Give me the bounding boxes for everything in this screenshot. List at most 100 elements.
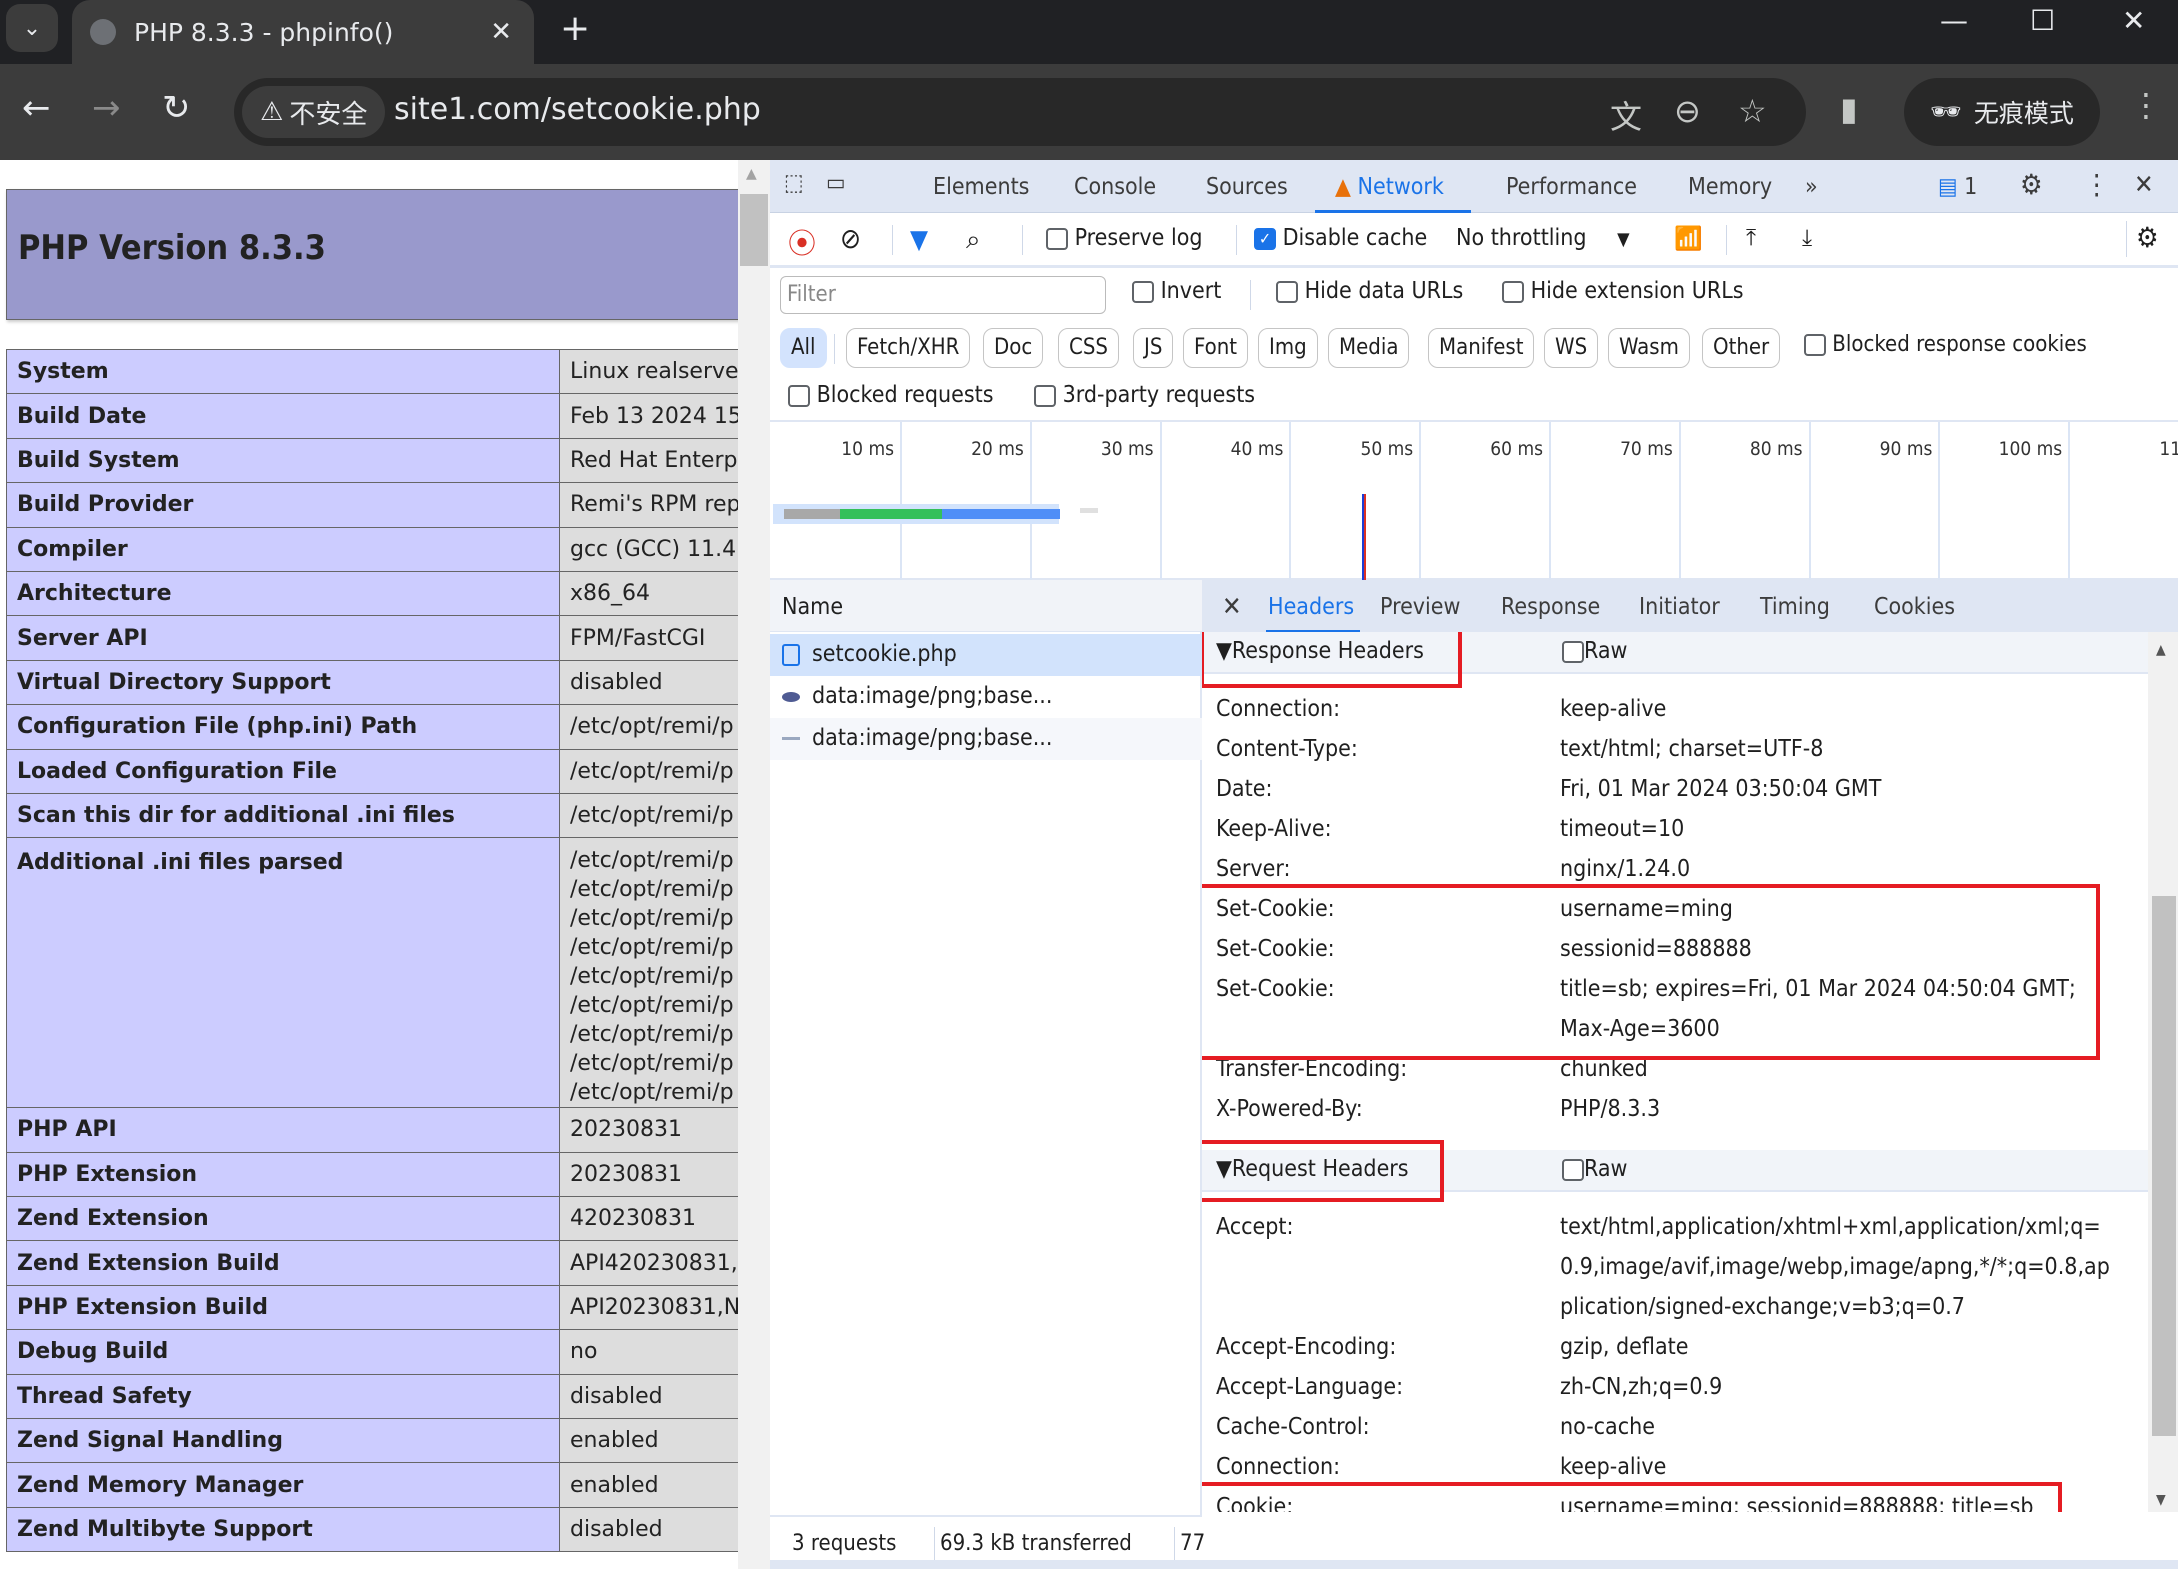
raw-toggle[interactable]: Raw <box>1562 1156 1627 1182</box>
name-column-header[interactable]: Name <box>770 580 1202 632</box>
chip-font[interactable]: Font <box>1183 328 1249 368</box>
scrollbar-thumb[interactable] <box>740 194 768 266</box>
checkmark-icon[interactable]: ✓ <box>1254 227 1276 250</box>
url-text[interactable]: site1.com/setcookie.php <box>394 92 761 127</box>
stop-recording-icon[interactable]: ⦿ <box>788 222 816 262</box>
browser-menu-icon[interactable]: ⋮ <box>2130 86 2162 124</box>
chip-other[interactable]: Other <box>1702 328 1781 368</box>
zoom-icon[interactable]: ⊖ <box>1674 92 1701 130</box>
chip-doc[interactable]: Doc <box>983 328 1044 368</box>
import-har-icon[interactable]: ⤒ <box>1746 225 1756 251</box>
request-row[interactable]: setcookie.php <box>770 634 1202 676</box>
tab-memory[interactable]: Memory <box>1688 174 1772 200</box>
chip-css[interactable]: CSS <box>1058 328 1119 368</box>
request-row[interactable]: data:image/png;base... <box>770 676 1202 718</box>
tab-response[interactable]: Response <box>1501 594 1600 620</box>
chip-ws[interactable]: WS <box>1544 328 1599 368</box>
raw-checkbox[interactable] <box>1562 1158 1584 1181</box>
network-overview-timeline[interactable]: 10 ms 20 ms 30 ms 40 ms 50 ms 60 ms 70 ms 80 ms… <box>770 420 2178 580</box>
forward-button[interactable]: → <box>92 88 121 128</box>
hide-extension-urls-checkbox[interactable]: Hide extension URLs <box>1502 278 1744 304</box>
header-value[interactable]: zh-CN,zh;q=0.9 <box>1560 1374 1722 1400</box>
header-value[interactable]: gzip, deflate <box>1560 1334 1688 1360</box>
blocked-response-cookies-box[interactable] <box>1804 334 1826 356</box>
clear-icon[interactable]: ⊘ <box>840 222 861 255</box>
translate-icon[interactable]: ⽂ <box>1610 92 1642 138</box>
settings-gear-icon[interactable]: ⚙ <box>2020 168 2043 201</box>
header-value[interactable]: Fri, 01 Mar 2024 03:50:04 GMT <box>1560 776 1881 802</box>
scroll-up-icon[interactable]: ▲ <box>2156 642 2166 658</box>
chip-media[interactable]: Media <box>1328 328 1410 368</box>
tab-cookies[interactable]: Cookies <box>1874 594 1955 620</box>
filter-input[interactable]: Filter <box>780 276 1106 314</box>
chip-js[interactable]: JS <box>1133 328 1174 368</box>
tab-console[interactable]: Console <box>1074 174 1156 200</box>
header-value[interactable]: text/html,application/xhtml+xml,applicat… <box>1560 1214 2101 1240</box>
chip-fetch-xhr[interactable]: Fetch/XHR <box>846 328 971 368</box>
header-value[interactable]: 0.9,image/avif,image/webp,image/apng,*/*… <box>1560 1254 2110 1280</box>
headers-scrollbar[interactable]: ▲ ▼ <box>2148 632 2178 1512</box>
inspect-element-icon[interactable]: ⬚ <box>784 170 804 196</box>
incognito-button[interactable]: 🕶 无痕模式 <box>1904 78 2100 146</box>
header-value[interactable]: PHP/8.3.3 <box>1560 1096 1660 1122</box>
security-chip[interactable]: ⚠ 不安全 <box>242 86 386 138</box>
address-bar[interactable]: ⚠ 不安全 site1.com/setcookie.php ⽂ ⊖ ☆ <box>234 78 1806 146</box>
devtools-menu-icon[interactable]: ⋮ <box>2084 168 2109 201</box>
tab-network[interactable]: ▲ Network <box>1335 174 1444 200</box>
tab-search-button[interactable]: ⌄ <box>6 4 58 52</box>
scroll-up-icon[interactable]: ▲ <box>746 166 757 182</box>
tab-initiator[interactable]: Initiator <box>1639 594 1720 620</box>
reload-button[interactable]: ↻ <box>162 88 191 128</box>
header-value[interactable]: nginx/1.24.0 <box>1560 856 1690 882</box>
header-value[interactable]: no-cache <box>1560 1414 1655 1440</box>
search-icon[interactable]: ⌕ <box>966 225 981 256</box>
hide-extension-urls-box[interactable] <box>1502 280 1524 303</box>
third-party-requests-checkbox[interactable]: 3rd-party requests <box>1034 382 1255 408</box>
chip-all[interactable]: All <box>780 328 827 368</box>
scroll-down-icon[interactable]: ▼ <box>2156 1492 2166 1508</box>
more-tabs-button[interactable]: » <box>1805 174 1818 200</box>
tab-headers[interactable]: Headers <box>1268 594 1354 620</box>
device-toolbar-icon[interactable]: ▭ <box>826 170 846 196</box>
tab-timing[interactable]: Timing <box>1760 594 1830 620</box>
minimize-button[interactable]: — <box>1940 4 1968 37</box>
hide-data-urls-box[interactable] <box>1276 280 1298 303</box>
export-har-icon[interactable]: ⤓ <box>1802 225 1812 251</box>
header-value[interactable]: timeout=10 <box>1560 816 1684 842</box>
invert-checkbox[interactable]: Invert <box>1132 278 1221 304</box>
throttling-select[interactable]: No throttling ▼ <box>1456 225 1630 251</box>
maximize-button[interactable]: ☐ <box>2030 4 2055 37</box>
tab-elements[interactable]: Elements <box>933 174 1029 200</box>
bookmark-star-icon[interactable]: ☆ <box>1738 92 1767 130</box>
tab-preview[interactable]: Preview <box>1380 594 1460 620</box>
network-settings-icon[interactable]: ⚙ <box>2136 221 2159 254</box>
close-details-icon[interactable]: ✕ <box>1222 592 1242 622</box>
hide-data-urls-checkbox[interactable]: Hide data URLs <box>1276 278 1463 304</box>
close-devtools-icon[interactable]: ✕ <box>2134 170 2154 200</box>
header-value[interactable]: keep-alive <box>1560 696 1666 722</box>
network-conditions-icon[interactable]: 📶 <box>1674 225 1703 252</box>
request-row[interactable]: data:image/png;base... <box>770 718 1202 760</box>
back-button[interactable]: ← <box>22 88 51 128</box>
blocked-requests-box[interactable] <box>788 384 810 407</box>
side-panel-icon[interactable]: ▮ <box>1840 90 1858 128</box>
page-scrollbar[interactable]: ▲ <box>738 160 770 1569</box>
new-tab-button[interactable]: + <box>560 8 590 49</box>
disable-cache-checkbox[interactable]: ✓ Disable cache <box>1254 225 1427 251</box>
chip-wasm[interactable]: Wasm <box>1608 328 1690 368</box>
blocked-response-cookies-checkbox[interactable]: Blocked response cookies <box>1804 332 2087 357</box>
header-value[interactable]: plication/signed-exchange;v=b3;q=0.7 <box>1560 1294 1965 1320</box>
preserve-log-box[interactable] <box>1046 227 1068 250</box>
tab-sources[interactable]: Sources <box>1206 174 1288 200</box>
raw-toggle[interactable]: Raw <box>1562 638 1627 664</box>
chip-img[interactable]: Img <box>1258 328 1318 368</box>
browser-tab[interactable]: PHP 8.3.3 - phpinfo() ✕ <box>72 0 534 64</box>
close-window-button[interactable]: ✕ <box>2122 4 2145 37</box>
tab-performance[interactable]: Performance <box>1506 174 1637 200</box>
scrollbar-thumb[interactable] <box>2152 896 2176 1436</box>
console-drawer-bar[interactable] <box>770 1560 2178 1569</box>
close-tab-icon[interactable]: ✕ <box>490 17 512 47</box>
blocked-requests-checkbox[interactable]: Blocked requests <box>788 382 994 408</box>
header-value[interactable]: keep-alive <box>1560 1454 1666 1480</box>
chip-manifest[interactable]: Manifest <box>1428 328 1535 368</box>
